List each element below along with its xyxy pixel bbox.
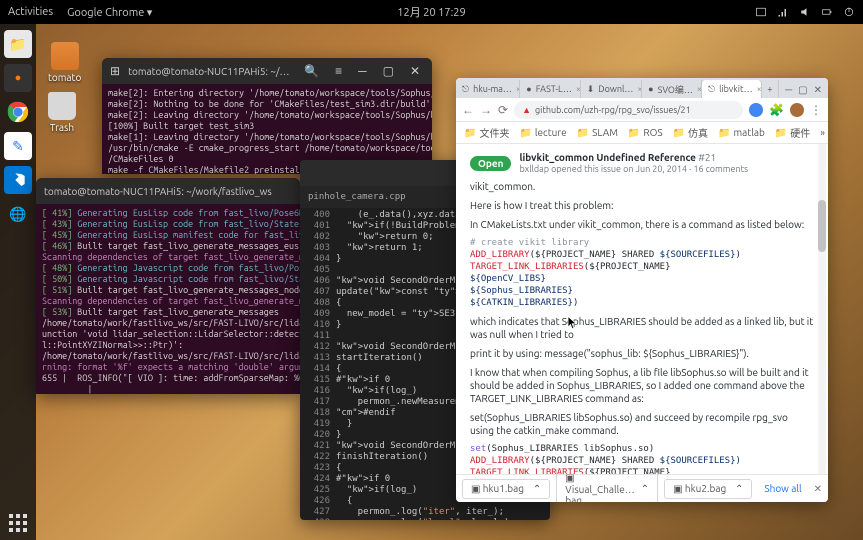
address-bar[interactable]: ▲github.com/uzh-rpg/rpg_svo/issues/21 bbox=[514, 101, 743, 119]
menu-icon[interactable]: ⋮ bbox=[810, 103, 822, 117]
scrollbar[interactable] bbox=[818, 144, 826, 474]
terminal-sophus-build[interactable]: ⊞ tomato@tomato-NUC11PAHi5: ~/workspace/… bbox=[102, 58, 432, 174]
reload-button[interactable]: ⟳ bbox=[498, 103, 508, 117]
issue-meta: bxlldap opened this issue on Jun 20, 201… bbox=[519, 164, 748, 174]
extensions-icon[interactable]: 🧩 bbox=[769, 103, 784, 117]
comment-text: vikit_common. bbox=[470, 180, 814, 193]
forward-button[interactable]: → bbox=[480, 103, 492, 117]
network-icon bbox=[777, 6, 789, 18]
show-all-downloads[interactable]: Show all bbox=[758, 483, 807, 494]
comment-text: print it by using: message("sophus_lib: … bbox=[470, 347, 814, 360]
tab-0[interactable]: ⎋hku-ma…× bbox=[456, 80, 520, 98]
desktop-trash[interactable]: Trash bbox=[48, 92, 76, 133]
close-downloads-bar[interactable]: ✕ bbox=[814, 483, 822, 495]
window-title: tomato@tomato-NUC11PAHi5: ~/work/fastliv… bbox=[44, 186, 292, 197]
clock[interactable]: 12月 20 17:29 bbox=[397, 4, 465, 20]
new-tab-button[interactable]: + bbox=[762, 80, 779, 98]
show-apps-button[interactable] bbox=[9, 514, 27, 532]
globe-icon[interactable]: 🌐 bbox=[4, 200, 32, 228]
search-icon[interactable]: 🔍 bbox=[300, 64, 323, 78]
security-icon: ▲ bbox=[522, 105, 531, 115]
minimize-button[interactable]: ─ bbox=[785, 84, 792, 96]
comment-text: which indicates that Sophus_LIBRARIES sh… bbox=[470, 315, 814, 341]
maximize-button[interactable]: ▢ bbox=[379, 64, 398, 78]
dock: 📁 ● ✎ 🌐 bbox=[0, 24, 36, 540]
bookmark-folder[interactable]: 📁 ROS bbox=[628, 127, 663, 139]
chevron-up-icon[interactable]: ⌃ bbox=[533, 483, 541, 495]
files-icon[interactable]: 📁 bbox=[4, 30, 32, 58]
window-title: tomato@tomato-NUC11PAHi5: ~/workspace/to… bbox=[128, 66, 292, 77]
tab-3[interactable]: ●SVO编…× bbox=[642, 80, 702, 98]
chrome-icon[interactable] bbox=[4, 98, 32, 126]
status-area[interactable] bbox=[755, 6, 855, 18]
comment-text: Here is how I treat this problem: bbox=[470, 199, 814, 212]
titlebar[interactable]: ⊞ tomato@tomato-NUC11PAHi5: ~/workspace/… bbox=[102, 58, 432, 84]
downloads-bar: ▣ hku1.bag⌃ ▣ Visual_Challe…bag⌃ ▣ hku2.… bbox=[456, 474, 828, 502]
chevron-up-icon[interactable]: ⌃ bbox=[641, 483, 649, 495]
vscode-icon[interactable] bbox=[4, 166, 32, 194]
comment-text: set(Sophus_LIBRARIES libSophus.so) and s… bbox=[470, 411, 814, 437]
editor-icon[interactable]: ✎ bbox=[4, 132, 32, 160]
tab-1[interactable]: ●FAST-L…× bbox=[520, 80, 580, 98]
bookmarks-bar[interactable]: 📁 文件夹 📁 lecture 📁 SLAM 📁 ROS 📁 仿真 📁 matl… bbox=[456, 122, 828, 144]
bookmark-folder[interactable]: 📁 仿真 bbox=[673, 125, 708, 140]
toolbar: ← → ⟳ ▲github.com/uzh-rpg/rpg_svo/issues… bbox=[456, 98, 828, 122]
battery-icon bbox=[821, 6, 833, 18]
tab-2[interactable]: ⬇Downl…× bbox=[581, 80, 642, 98]
desktop-folder-tomato[interactable]: tomato bbox=[48, 42, 81, 83]
maximize-button[interactable]: ▢ bbox=[798, 84, 807, 96]
scrollbar-thumb[interactable] bbox=[818, 200, 826, 252]
bookmark-folder[interactable]: 📁 硬件 bbox=[775, 125, 810, 140]
bookmark-folder[interactable]: 📁 SLAM bbox=[577, 127, 618, 139]
prompt-icon[interactable]: ● bbox=[4, 64, 32, 92]
bookmark-folder[interactable]: 📁 matlab bbox=[718, 127, 765, 139]
tab-pinhole[interactable]: pinhole_camera.cpp bbox=[308, 192, 406, 202]
power-icon bbox=[843, 6, 855, 18]
new-tab-icon[interactable]: ⊞ bbox=[110, 64, 120, 78]
issue-state-open: Open bbox=[470, 156, 511, 171]
code-block: set(Sophus_LIBRARIES libSophus.so) ADD_L… bbox=[470, 443, 814, 474]
chevron-up-icon[interactable]: ⌃ bbox=[735, 483, 743, 495]
page-content[interactable]: Open libvkit_common Undefined Reference … bbox=[456, 144, 828, 474]
download-item[interactable]: ▣ hku1.bag⌃ bbox=[462, 479, 550, 499]
menu-icon[interactable]: ≡ bbox=[331, 64, 346, 78]
close-button[interactable]: ✕ bbox=[406, 64, 424, 78]
issue-title: libvkit_common Undefined Reference bbox=[519, 152, 695, 163]
tab-strip[interactable]: ⎋hku-ma…× ●FAST-L…× ⬇Downl…× ●SVO编…× ⎋li… bbox=[456, 78, 828, 98]
issue-number: #21 bbox=[698, 152, 716, 163]
input-icon bbox=[755, 6, 767, 18]
comment-text: In CMakeLists.txt under vikit_common, th… bbox=[470, 218, 814, 231]
extension-icon[interactable] bbox=[749, 103, 763, 117]
chrome-window[interactable]: ⎋hku-ma…× ●FAST-L…× ⬇Downl…× ●SVO编…× ⎋li… bbox=[456, 78, 828, 502]
volume-icon bbox=[799, 6, 811, 18]
app-menu[interactable]: Google Chrome ▾ bbox=[67, 6, 152, 19]
terminal-output[interactable]: [ 41%] Generating EusLisp code from fast… bbox=[36, 204, 300, 394]
minimize-button[interactable]: ─ bbox=[354, 64, 371, 78]
activities-button[interactable]: Activities bbox=[8, 6, 53, 19]
code-block: # create vikit library ADD_LIBRARY(${PRO… bbox=[470, 237, 814, 309]
terminal-fastlivo[interactable]: tomato@tomato-NUC11PAHi5: ~/work/fastliv… bbox=[36, 178, 300, 394]
bookmark-folder[interactable]: 📁 lecture bbox=[519, 127, 566, 139]
titlebar[interactable]: tomato@tomato-NUC11PAHi5: ~/work/fastliv… bbox=[36, 178, 300, 204]
profile-avatar[interactable] bbox=[790, 103, 804, 117]
close-button[interactable]: ✕ bbox=[814, 84, 822, 96]
comment-text: I know that when compiling Sophus, a lib… bbox=[470, 366, 814, 405]
back-button[interactable]: ← bbox=[462, 103, 474, 117]
tab-4[interactable]: ⎋libvkit…× bbox=[702, 80, 762, 98]
gnome-top-panel: Activities Google Chrome ▾ 12月 20 17:29 bbox=[0, 0, 863, 24]
download-item[interactable]: ▣ hku2.bag⌃ bbox=[664, 479, 752, 499]
bookmark-folder[interactable]: 📁 文件夹 bbox=[464, 125, 509, 140]
